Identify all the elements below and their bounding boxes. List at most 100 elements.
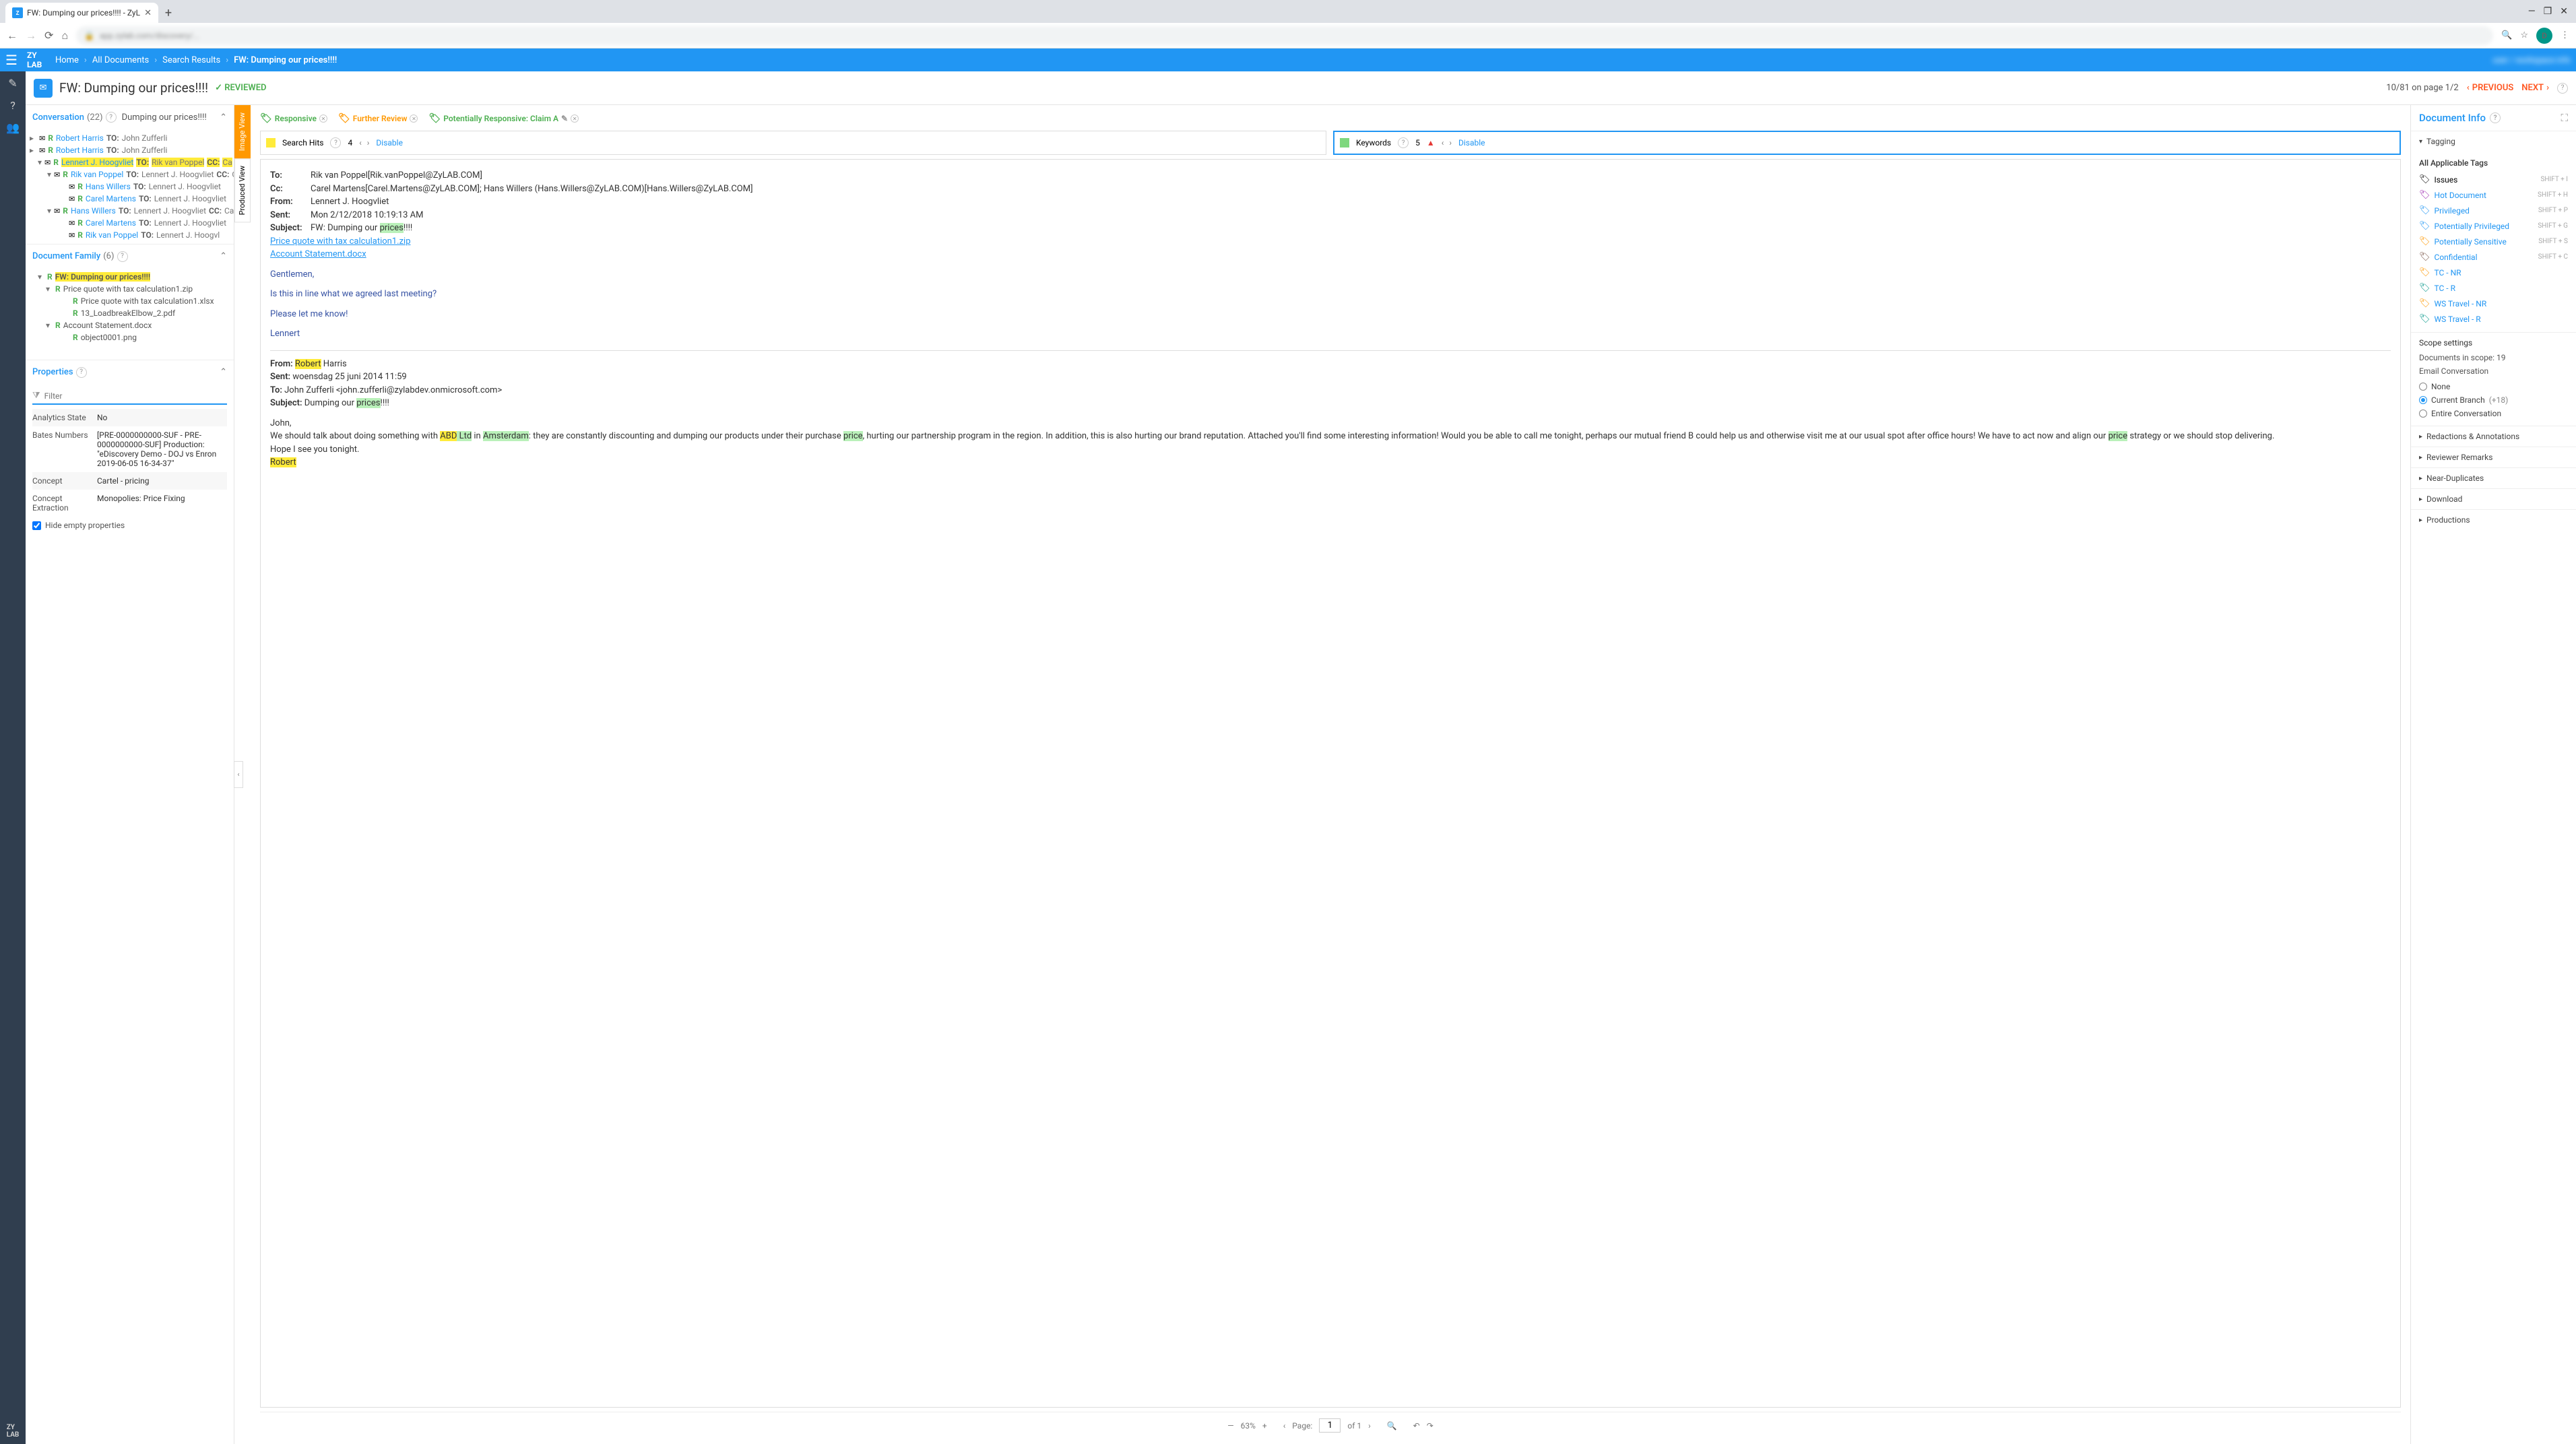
reload-icon[interactable]: ⟳ bbox=[44, 29, 53, 42]
conversation-item[interactable]: ▾✉R Rik van Poppel TO: Lennert J. Hoogvl… bbox=[26, 168, 234, 180]
forward-icon[interactable]: → bbox=[26, 29, 36, 42]
page-input[interactable] bbox=[1319, 1418, 1341, 1433]
tab-close-icon[interactable]: ✕ bbox=[144, 8, 152, 18]
next-page-icon[interactable]: › bbox=[1368, 1421, 1371, 1431]
minimize-icon[interactable]: — bbox=[2528, 6, 2536, 17]
zoom-icon[interactable]: 🔍 bbox=[2501, 30, 2512, 40]
conversation-item[interactable]: ✉R Hans Willers TO: Lennert J. Hoogvliet bbox=[26, 180, 234, 193]
conversation-item[interactable]: ✉R Rik van Poppel TO: Lennert J. Hoogvl bbox=[26, 229, 234, 241]
rail-pencil-icon[interactable]: ✎ bbox=[8, 77, 17, 90]
rp-section-header[interactable]: ▸Download bbox=[2411, 489, 2576, 509]
search-doc-icon[interactable]: 🔍 bbox=[1387, 1421, 1397, 1431]
tagging-header[interactable]: ▾Tagging bbox=[2411, 131, 2576, 152]
new-tab-button[interactable]: + bbox=[158, 3, 179, 23]
prev-hit-icon[interactable]: ‹ bbox=[359, 138, 362, 147]
expand-icon[interactable]: ⛶ bbox=[2561, 112, 2568, 124]
hamburger-icon[interactable]: ☰ bbox=[5, 52, 18, 68]
conversation-item[interactable]: ▾✉R Hans Willers TO: Lennert J. Hoogvlie… bbox=[26, 205, 234, 217]
zoom-out-icon[interactable]: — bbox=[1227, 1421, 1233, 1431]
status-tag[interactable]: 🏷Responsive✕ bbox=[260, 113, 327, 124]
profile-avatar[interactable]: D bbox=[2536, 28, 2552, 44]
conversation-item[interactable]: ✉R Carel Martens TO: Lennert J. Hoogvlie… bbox=[26, 193, 234, 205]
family-item[interactable]: R 13_LoadbreakElbow_2.pdf bbox=[26, 307, 234, 319]
crumb-home[interactable]: Home bbox=[55, 55, 79, 65]
prev-kw-icon[interactable]: ‹ bbox=[1442, 138, 1444, 147]
fam-help-icon[interactable]: ? bbox=[117, 251, 128, 262]
conversation-item[interactable]: ▾✉R Lennert J. Hoogvliet TO: Rik van Pop… bbox=[26, 156, 234, 168]
status-tag[interactable]: 🏷Potentially Responsive: Claim A✎✕ bbox=[428, 113, 579, 124]
previous-button[interactable]: ‹ PREVIOUS bbox=[2467, 83, 2514, 93]
crumb-search-results[interactable]: Search Results bbox=[162, 55, 220, 65]
attachment-link[interactable]: Account Statement.docx bbox=[270, 249, 366, 259]
produced-view-tab[interactable]: Produced View bbox=[234, 158, 251, 222]
conversation-item[interactable]: ▸✉R Robert Harris TO: John Zufferli bbox=[26, 144, 234, 156]
app-logo[interactable]: ZYLAB bbox=[27, 52, 46, 68]
rail-users-icon[interactable]: 👥 bbox=[6, 121, 20, 134]
tag-row[interactable]: 🏷TC - R bbox=[2419, 280, 2568, 296]
tag-row[interactable]: 🏷WS Travel - R bbox=[2419, 311, 2568, 327]
conv-help-icon[interactable]: ? bbox=[106, 112, 117, 123]
rail-logo: ZYLAB bbox=[7, 1424, 20, 1439]
next-button[interactable]: NEXT › bbox=[2521, 83, 2549, 93]
conversation-item[interactable]: ▸✉R Robert Harris TO: John Zufferli bbox=[26, 132, 234, 144]
home-icon[interactable]: ⌂ bbox=[61, 29, 68, 42]
chevron-up-icon[interactable]: ⌃ bbox=[220, 251, 227, 261]
tag-row[interactable]: 🏷Hot DocumentSHIFT + H bbox=[2419, 187, 2568, 203]
expand-right-icon[interactable]: › bbox=[2410, 316, 2411, 332]
tag-row[interactable]: 🏷ConfidentialSHIFT + C bbox=[2419, 249, 2568, 265]
scope-radio[interactable]: None bbox=[2419, 380, 2568, 393]
status-tag[interactable]: 🏷Further Review✕ bbox=[338, 113, 418, 124]
header-help-icon[interactable]: ? bbox=[2557, 83, 2568, 94]
tag-row[interactable]: 🏷Potentially PrivilegedSHIFT + G bbox=[2419, 218, 2568, 234]
family-item[interactable]: ▾R Price quote with tax calculation1.zip bbox=[26, 283, 234, 295]
family-panel-header[interactable]: Document Family (6) ? ⌃ bbox=[26, 244, 234, 268]
attachment-link[interactable]: Price quote with tax calculation1.zip bbox=[270, 236, 411, 247]
family-item[interactable]: ▾R Account Statement.docx bbox=[26, 319, 234, 331]
chevron-up-icon[interactable]: ⌃ bbox=[220, 367, 227, 377]
tag-row[interactable]: 🏷TC - NR bbox=[2419, 265, 2568, 280]
viewer: ‹ Image View Produced View 🏷Responsive✕ 🏷… bbox=[234, 105, 2410, 1444]
family-item[interactable]: ▾R FW: Dumping our prices!!!! bbox=[26, 271, 234, 283]
rp-section-header[interactable]: ▸Redactions & Annotations bbox=[2411, 426, 2576, 447]
prev-page-icon[interactable]: ‹ bbox=[1283, 1421, 1286, 1431]
collapse-left-icon[interactable]: ‹ bbox=[234, 761, 243, 788]
conversation-item[interactable]: ✉R Carel Martens TO: Lennert J. Hoogvlie… bbox=[26, 217, 234, 229]
doc-header: ✉ FW: Dumping our prices!!!! ✓ REVIEWED … bbox=[26, 71, 2576, 105]
conversation-panel-header[interactable]: Conversation (22) ? Dumping our prices!!… bbox=[26, 105, 234, 129]
filter-input[interactable] bbox=[44, 391, 227, 401]
family-item[interactable]: R object0001.png bbox=[26, 331, 234, 343]
chevron-up-icon[interactable]: ⌃ bbox=[220, 112, 227, 123]
next-kw-icon[interactable]: › bbox=[1449, 138, 1452, 147]
viewer-footer: — 63% + ‹ Page: of 1 › 🔍 bbox=[260, 1412, 2401, 1439]
bookmark-icon[interactable]: ☆ bbox=[2520, 30, 2528, 40]
menu-icon[interactable]: ⋮ bbox=[2561, 30, 2569, 40]
tag-row[interactable]: 🏷WS Travel - NR bbox=[2419, 296, 2568, 311]
tag-row[interactable]: 🏷Potentially SensitiveSHIFT + S bbox=[2419, 234, 2568, 249]
back-icon[interactable]: ← bbox=[7, 29, 18, 42]
scope-radio[interactable]: Current Branch (+18) bbox=[2419, 393, 2568, 407]
image-view-tab[interactable]: Image View bbox=[234, 105, 251, 158]
browser-tab[interactable]: Z FW: Dumping our prices!!!! - ZyL ✕ bbox=[5, 3, 158, 23]
reviewed-badge: ✓ REVIEWED bbox=[215, 83, 266, 93]
next-hit-icon[interactable]: › bbox=[367, 138, 370, 147]
family-item[interactable]: R Price quote with tax calculation1.xlsx bbox=[26, 295, 234, 307]
tag-row[interactable]: 🏷PrivilegedSHIFT + P bbox=[2419, 203, 2568, 218]
address-bar[interactable]: app.zylab.com/discovery/... bbox=[76, 26, 2493, 45]
rotate-left-icon[interactable]: ↶ bbox=[1413, 1421, 1420, 1431]
close-window-icon[interactable]: ✕ bbox=[2560, 6, 2568, 17]
hide-empty-checkbox[interactable]: Hide empty properties bbox=[32, 517, 227, 534]
disable-keywords[interactable]: Disable bbox=[1458, 138, 1485, 147]
rotate-right-icon[interactable]: ↷ bbox=[1427, 1421, 1434, 1431]
props-help-icon[interactable]: ? bbox=[76, 367, 87, 378]
rail-help-icon[interactable]: ? bbox=[10, 99, 15, 112]
crumb-all-docs[interactable]: All Documents bbox=[92, 55, 149, 65]
rp-section-header[interactable]: ▸Near-Duplicates bbox=[2411, 468, 2576, 488]
rp-section-header[interactable]: ▸Reviewer Remarks bbox=[2411, 447, 2576, 467]
maximize-icon[interactable]: ❐ bbox=[2544, 6, 2552, 17]
scope-radio[interactable]: Entire Conversation bbox=[2419, 407, 2568, 420]
rp-section-header[interactable]: ▸Productions bbox=[2411, 510, 2576, 530]
zoom-in-icon[interactable]: + bbox=[1262, 1421, 1267, 1431]
disable-search-hits[interactable]: Disable bbox=[376, 138, 403, 147]
tag-row[interactable]: 🏷IssuesSHIFT + I bbox=[2419, 172, 2568, 187]
properties-panel-header[interactable]: Properties ? ⌃ bbox=[26, 360, 234, 384]
